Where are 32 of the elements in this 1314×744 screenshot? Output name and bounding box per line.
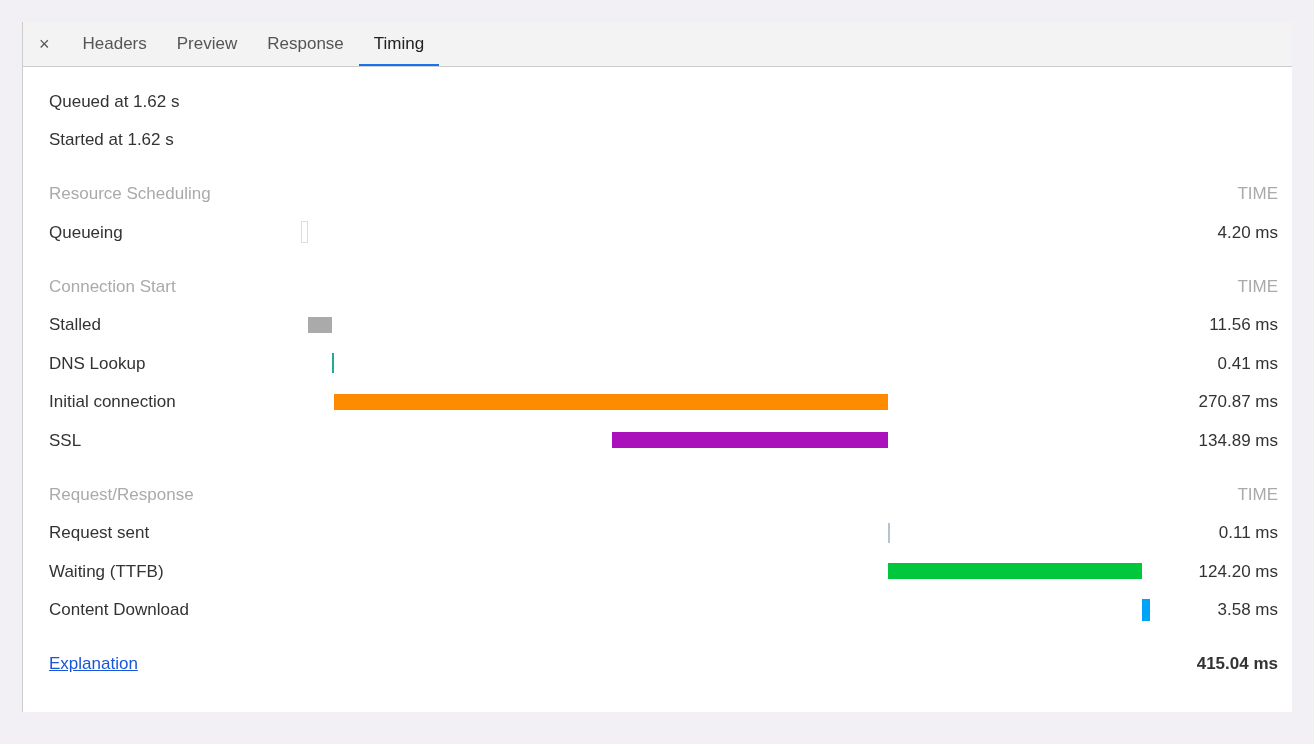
phase-duration: 134.89 ms bbox=[1197, 429, 1278, 452]
phase-label: Queueing bbox=[49, 221, 124, 244]
section-title: Request/Response bbox=[49, 483, 194, 506]
phase-label: Stalled bbox=[49, 314, 102, 336]
explanation-link[interactable]: Explanation bbox=[49, 651, 138, 677]
phase-duration: 124.20 ms bbox=[1197, 560, 1278, 583]
phase-label: Content Download bbox=[49, 599, 190, 621]
section-title: Connection Start bbox=[49, 275, 176, 298]
phase-duration: 0.11 ms bbox=[1217, 522, 1278, 544]
close-button[interactable]: × bbox=[35, 22, 54, 66]
phase-label: Request sent bbox=[49, 522, 151, 544]
queue-bar bbox=[301, 221, 308, 244]
phase-label: Initial connection bbox=[49, 391, 177, 413]
phase-duration: 3.58 ms bbox=[1216, 599, 1278, 621]
tab[interactable]: Preview bbox=[161, 22, 253, 66]
tab[interactable]: Headers bbox=[67, 22, 162, 66]
phase-duration: 4.20 ms bbox=[1216, 221, 1278, 244]
phase-duration: 11.56 ms bbox=[1208, 314, 1278, 336]
phase-label: Waiting (TTFB) bbox=[49, 560, 165, 583]
section-title: Resource Scheduling bbox=[49, 183, 211, 206]
tab[interactable]: Timing bbox=[358, 22, 440, 66]
started-time: Started at 1.62 s bbox=[49, 129, 175, 151]
queued-time: Queued at 1.62 s bbox=[49, 91, 181, 113]
phase-label: DNS Lookup bbox=[49, 352, 147, 375]
time-header: TIME bbox=[1237, 183, 1278, 206]
phase-duration: 0.41 ms bbox=[1216, 352, 1278, 375]
total-duration: 415.04 ms bbox=[1196, 653, 1278, 676]
tab[interactable]: Response bbox=[252, 22, 359, 66]
phase-label: SSL bbox=[49, 429, 83, 452]
time-header: TIME bbox=[1237, 275, 1278, 298]
time-header: TIME bbox=[1237, 483, 1278, 506]
phase-duration: 270.87 ms bbox=[1197, 391, 1278, 413]
